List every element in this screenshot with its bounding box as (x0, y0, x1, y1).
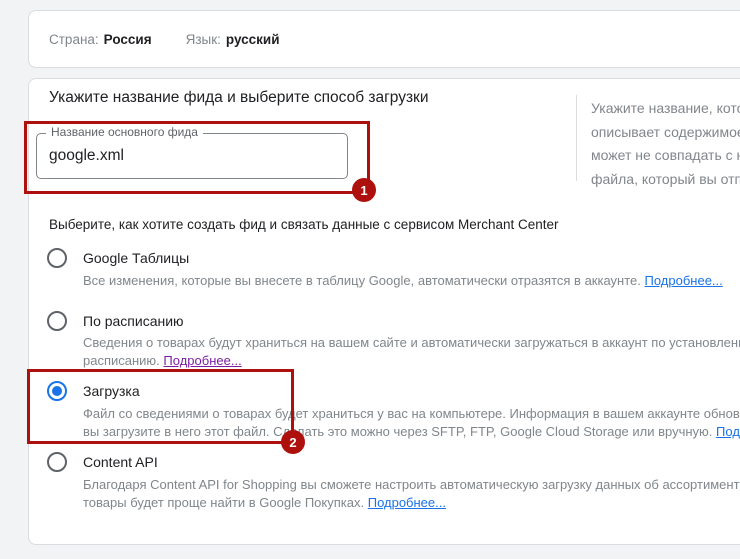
helper-line: может не совпадать с на (591, 144, 740, 168)
language-label: Язык: (186, 32, 221, 47)
option-desc-scheduled-fetch: Сведения о товарах будут храниться на ва… (83, 334, 740, 369)
locale-bar: Страна: Россия Язык: русский (28, 10, 740, 68)
desc-text: товары будет проще найти в Google Покупк… (83, 495, 364, 510)
method-section-intro: Выберите, как хотите создать фид и связа… (49, 217, 559, 232)
option-desc-google-sheets: Все изменения, которые вы внесете в табл… (83, 272, 723, 290)
option-desc-upload: Файл со сведениями о товарах будет храни… (83, 405, 740, 440)
language-field: Язык: русский (186, 32, 280, 47)
feed-setup-card: Укажите название фида и выберите способ … (28, 78, 740, 545)
radio-scheduled-fetch[interactable] (47, 311, 67, 331)
radio-content-api[interactable] (47, 452, 67, 472)
feed-name-input-label: Название основного фида (46, 126, 203, 139)
radio-upload[interactable] (47, 381, 67, 401)
country-value: Россия (104, 32, 152, 47)
desc-text: Благодаря Content API for Shopping вы см… (83, 477, 740, 492)
desc-text: Сведения о товарах будут храниться на ва… (83, 335, 740, 350)
learn-more-link[interactable]: Подроб (716, 424, 740, 439)
desc-text: Файл со сведениями о товарах будет храни… (83, 406, 740, 421)
learn-more-link[interactable]: Подробнее... (368, 495, 446, 510)
learn-more-link[interactable]: Подробнее... (645, 273, 723, 288)
option-label-content-api[interactable]: Content API (83, 454, 158, 470)
learn-more-link[interactable]: Подробнее... (163, 353, 241, 368)
helper-text: Укажите название, котор описывает содерж… (591, 97, 740, 191)
feed-name-input[interactable] (36, 133, 348, 179)
helper-line: Укажите название, котор (591, 97, 740, 121)
option-label-scheduled-fetch[interactable]: По расписанию (83, 313, 184, 329)
desc-text: расписанию. (83, 353, 160, 368)
annotation-badge-1: 1 (352, 178, 376, 202)
page-title: Укажите название фида и выберите способ … (49, 89, 429, 107)
option-label-upload[interactable]: Загрузка (83, 383, 140, 399)
helper-line: файла, который вы отпра (591, 168, 740, 192)
desc-text: Все изменения, которые вы внесете в табл… (83, 273, 641, 288)
feed-name-field-wrap: Название основного фида (36, 133, 348, 179)
language-value: русский (226, 32, 280, 47)
helper-line: описывает содержимое (591, 121, 740, 145)
country-field: Страна: Россия (49, 32, 152, 47)
radio-google-sheets[interactable] (47, 248, 67, 268)
option-label-google-sheets[interactable]: Google Таблицы (83, 250, 189, 266)
annotation-badge-2: 2 (281, 430, 305, 454)
country-label: Страна: (49, 32, 99, 47)
desc-text: вы загрузите в него этот файл. Сделать э… (83, 424, 712, 439)
vertical-divider (576, 95, 577, 181)
option-desc-content-api: Благодаря Content API for Shopping вы см… (83, 476, 740, 511)
